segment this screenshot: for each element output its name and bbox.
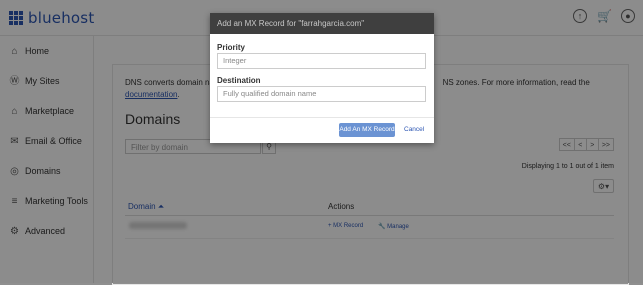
- destination-input[interactable]: Fully qualified domain name: [217, 86, 426, 102]
- destination-label: Destination: [217, 76, 261, 85]
- modal-header: Add an MX Record for "farrahgarcia.com": [210, 13, 434, 34]
- add-mx-record-modal: Add an MX Record for "farrahgarcia.com" …: [210, 13, 434, 143]
- priority-label: Priority: [217, 43, 246, 52]
- priority-input[interactable]: Integer: [217, 53, 426, 69]
- add-mx-record-button[interactable]: Add An MX Record: [339, 123, 395, 137]
- cancel-button[interactable]: Cancel: [404, 123, 424, 137]
- modal-footer-divider: [210, 117, 434, 118]
- modal-title: Add an MX Record for "farrahgarcia.com": [217, 19, 365, 28]
